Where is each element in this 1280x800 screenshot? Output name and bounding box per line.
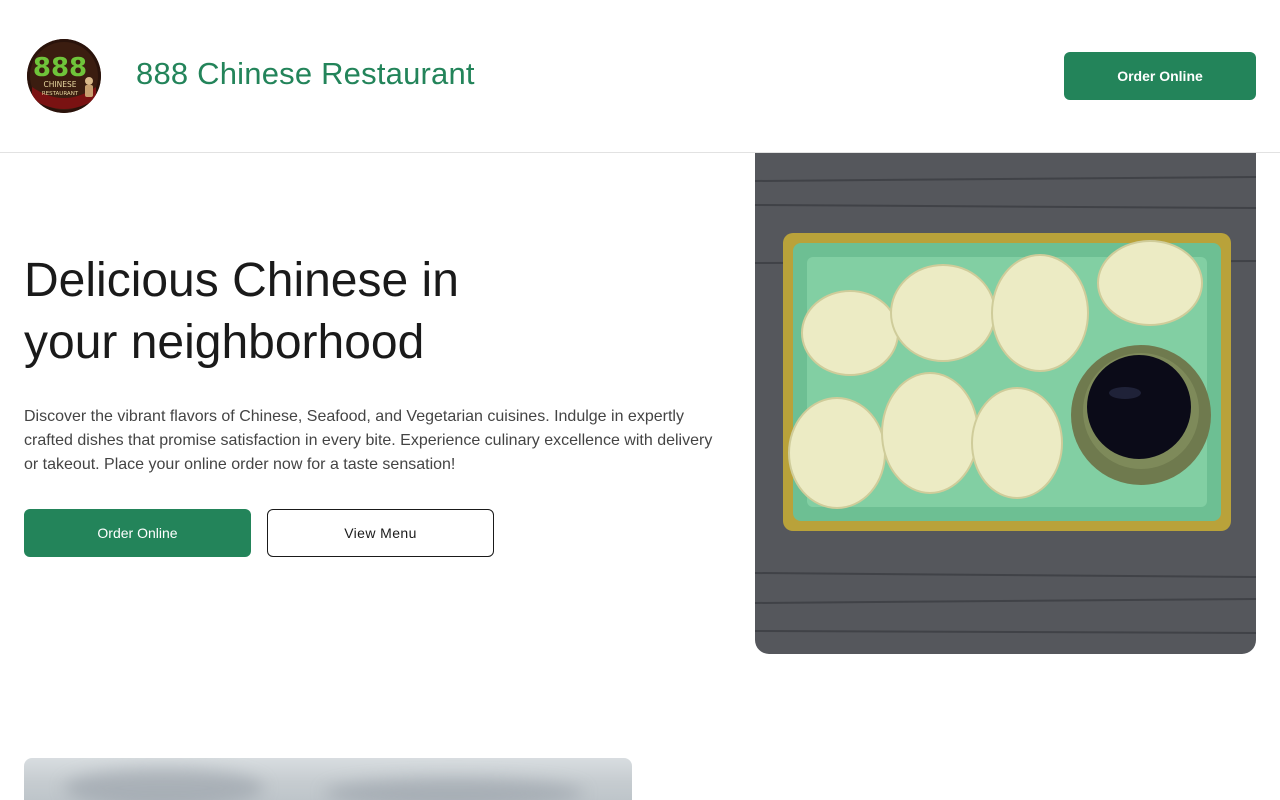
logo-line1: CHINESE — [44, 80, 77, 89]
secondary-photo — [24, 758, 632, 800]
logo-line2: RESTAURANT — [42, 91, 79, 97]
view-menu-button[interactable]: View Menu — [267, 509, 494, 557]
hero-order-online-button[interactable]: Order Online — [24, 509, 251, 557]
logo-graphic: 888 CHINESE RESTAURANT — [27, 39, 101, 113]
logo-number: 888 — [33, 53, 87, 83]
site-title[interactable]: 888 Chinese Restaurant — [136, 56, 475, 92]
photo-smudge — [324, 778, 584, 800]
hero-title: Delicious Chinese in your neighborhood — [24, 254, 459, 369]
header-order-online-button[interactable]: Order Online — [1064, 52, 1256, 100]
site-header: 888 CHINESE RESTAURANT 888 Chinese Resta… — [0, 0, 1280, 153]
logo[interactable]: 888 CHINESE RESTAURANT — [27, 39, 101, 113]
hero-description: Discover the vibrant flavors of Chinese,… — [24, 408, 713, 473]
dumplings-photo — [755, 153, 1256, 654]
photo-smudge — [64, 768, 264, 800]
